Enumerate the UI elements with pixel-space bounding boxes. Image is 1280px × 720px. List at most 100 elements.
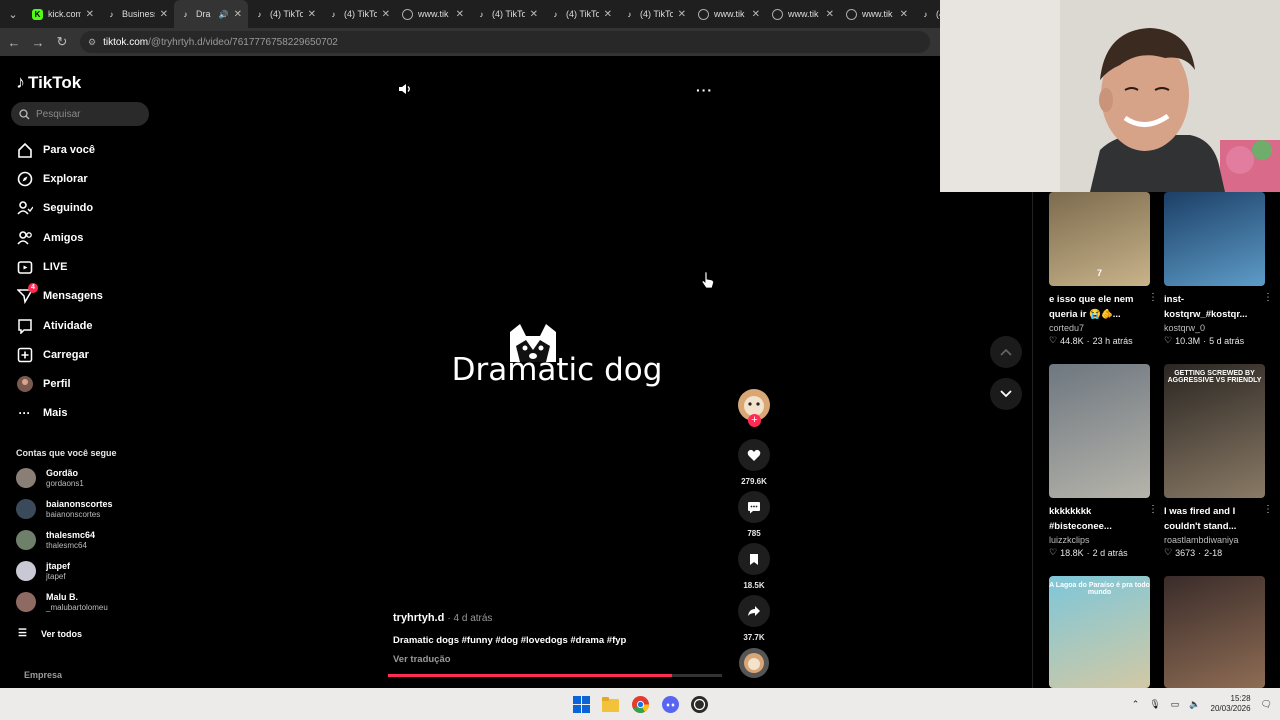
tab-close-icon[interactable]: ✕ — [160, 9, 168, 20]
browser-tab[interactable]: ♪ Dra 🔊 ✕ — [174, 0, 248, 28]
notification-icon[interactable]: 🗨 — [1261, 699, 1272, 710]
browser-tab[interactable]: ♪ Business ✕ — [100, 0, 174, 28]
tab-close-icon[interactable]: ✕ — [678, 9, 686, 20]
browser-tab[interactable]: www.tik ✕ — [840, 0, 914, 28]
network-icon[interactable]: ▭ — [1171, 699, 1180, 710]
card-username[interactable]: roastlambdiwaniya — [1164, 535, 1265, 545]
nav-mais[interactable]: ··· Mais — [16, 403, 68, 423]
obs-icon[interactable] — [691, 696, 708, 713]
tab-close-icon[interactable]: ✕ — [86, 9, 94, 20]
save-button[interactable]: 18.5K — [738, 543, 770, 590]
nav-para-voce[interactable]: Para você — [16, 140, 95, 160]
recommended-video-card[interactable]: A Lagoa do Paraíso é pra todo mundo — [1049, 576, 1150, 688]
nav-perfil[interactable]: Perfil — [16, 374, 71, 394]
card-title[interactable]: inst-kostqrw_#kostqr... — [1164, 292, 1259, 322]
card-menu-icon[interactable]: ⋮ — [1263, 292, 1273, 303]
nav-carregar[interactable]: Carregar — [16, 345, 89, 365]
see-all-button[interactable]: ☰ Ver todos — [18, 628, 82, 639]
creator-avatar-button[interactable]: + — [738, 389, 770, 427]
windows-start-icon[interactable] — [573, 696, 590, 713]
browser-tab[interactable]: ♪ (4) TikTok ✕ — [618, 0, 692, 28]
card-username[interactable]: kostqrw_0 — [1164, 323, 1265, 333]
next-video-button[interactable] — [990, 378, 1022, 410]
tiktok-logo[interactable]: ♪ TikTok — [16, 72, 81, 93]
browser-tab[interactable]: ♪ (4) TikTok ✕ — [544, 0, 618, 28]
forward-icon[interactable]: → — [26, 35, 50, 50]
tab-close-icon[interactable]: ✕ — [900, 9, 908, 20]
recommended-video-card[interactable]: kkkkkkkk #bisteconee... ⋮ luizzkclips ♡ 18.8… — [1049, 364, 1158, 558]
nav-live[interactable]: LIVE — [16, 257, 67, 277]
tab-close-icon[interactable]: ✕ — [752, 9, 760, 20]
discord-icon[interactable] — [662, 696, 679, 713]
search-box[interactable]: Pesquisar — [11, 102, 149, 126]
following-account[interactable]: thalesmc64 thalesmc64 — [16, 527, 95, 553]
recommended-video-card[interactable]: inst-kostqrw_#kostqr... ⋮ kostqrw_0 ♡ 10.3M ·… — [1164, 192, 1273, 346]
browser-tab[interactable]: www.tik ✕ — [396, 0, 470, 28]
url-field[interactable]: ⚙ tiktok.com/@tryhrtyh.d/video/761777675… — [80, 31, 930, 53]
translate-link[interactable]: Ver tradução — [393, 654, 451, 665]
recommended-video-card[interactable] — [1164, 576, 1265, 688]
like-button[interactable]: 279.6K — [738, 439, 770, 486]
search-input[interactable]: Pesquisar — [36, 109, 80, 120]
recommended-video-card[interactable]: GETTING SCREWED BY AGGRESSIVE VS FRIENDL… — [1164, 364, 1273, 558]
nav-seguindo[interactable]: Seguindo — [16, 198, 93, 218]
nav-amigos[interactable]: Amigos — [16, 228, 83, 248]
video-thumbnail[interactable]: GETTING SCREWED BY AGGRESSIVE VS FRIENDL… — [1164, 364, 1265, 498]
speaker-icon[interactable]: 🔈 — [1189, 699, 1200, 710]
card-menu-icon[interactable]: ⋮ — [1148, 504, 1158, 515]
site-info-icon[interactable]: ⚙ — [88, 37, 96, 48]
video-author[interactable]: tryhrtyh.d · 4 d atrás — [393, 612, 492, 624]
browser-tab[interactable]: ♪ (4) TikTok ✕ — [322, 0, 396, 28]
tab-close-icon[interactable]: ✕ — [234, 9, 242, 20]
video-thumbnail[interactable] — [1049, 364, 1150, 498]
nav-explorar[interactable]: Explorar — [16, 169, 88, 189]
back-icon[interactable]: ← — [2, 35, 26, 50]
music-disc-button[interactable] — [738, 647, 770, 684]
tray-expand-icon[interactable]: ⌃ — [1132, 699, 1140, 710]
tab-close-icon[interactable]: ✕ — [604, 9, 612, 20]
video-thumbnail[interactable] — [1164, 192, 1265, 286]
following-account[interactable]: baianonscortes baianonscortes — [16, 496, 113, 522]
volume-icon[interactable] — [398, 82, 412, 101]
tab-close-icon[interactable]: ✕ — [456, 9, 464, 20]
following-account[interactable]: jtapef jtapef — [16, 558, 70, 584]
tab-close-icon[interactable]: ✕ — [530, 9, 538, 20]
video-thumbnail[interactable] — [1164, 576, 1265, 688]
following-account[interactable]: Gordão gordaons1 — [16, 465, 84, 491]
browser-tab[interactable]: www.tik ✕ — [692, 0, 766, 28]
browser-tab[interactable]: www.tik ✕ — [766, 0, 840, 28]
comment-button[interactable]: 785 — [738, 491, 770, 538]
tab-audio-icon[interactable]: 🔊 — [219, 10, 229, 19]
following-account[interactable]: Malu B. _malubartolomeu — [16, 589, 108, 615]
footer-empresa-link[interactable]: Empresa — [24, 670, 62, 680]
reload-icon[interactable]: ↻ — [50, 34, 74, 50]
system-clock[interactable]: 15:28 20/03/2026 — [1211, 694, 1251, 714]
card-title[interactable]: e isso que ele nem queria ir 😭🫵... — [1049, 292, 1144, 322]
file-explorer-icon[interactable] — [602, 696, 619, 713]
tab-close-icon[interactable]: ✕ — [826, 9, 834, 20]
browser-tab[interactable]: ♪ (4) TikTok ✕ — [470, 0, 544, 28]
previous-video-button[interactable] — [990, 336, 1022, 368]
nav-mensagens[interactable]: 4 Mensagens — [16, 282, 103, 306]
share-button[interactable]: 37.7K — [738, 595, 770, 642]
video-progress-bar[interactable] — [388, 674, 722, 677]
recommended-video-card[interactable]: 7 e isso que ele nem queria ir 😭🫵... ⋮ cort… — [1049, 192, 1158, 346]
more-options-icon[interactable]: ··· — [696, 82, 713, 98]
card-username[interactable]: luizzkclips — [1049, 535, 1150, 545]
tab-search-icon[interactable]: ⌄ — [0, 8, 26, 21]
microphone-icon[interactable]: 🎙 — [1149, 699, 1160, 710]
card-menu-icon[interactable]: ⋮ — [1148, 292, 1158, 303]
card-title[interactable]: kkkkkkkk #bisteconee... — [1049, 504, 1144, 534]
video-thumbnail[interactable]: 7 — [1049, 192, 1150, 286]
browser-tab[interactable]: Kkick.com ✕ — [26, 0, 100, 28]
nav-atividade[interactable]: Atividade — [16, 316, 93, 336]
tab-close-icon[interactable]: ✕ — [308, 9, 316, 20]
card-menu-icon[interactable]: ⋮ — [1263, 504, 1273, 515]
card-username[interactable]: cortedu7 — [1049, 323, 1150, 333]
browser-tab[interactable]: ♪ (4) TikTok ✕ — [248, 0, 322, 28]
tab-close-icon[interactable]: ✕ — [382, 9, 390, 20]
chrome-icon[interactable] — [632, 696, 649, 713]
follow-plus-icon[interactable]: + — [748, 414, 761, 427]
video-thumbnail[interactable]: A Lagoa do Paraíso é pra todo mundo — [1049, 576, 1150, 688]
card-title[interactable]: I was fired and I couldn't stand... — [1164, 504, 1259, 534]
